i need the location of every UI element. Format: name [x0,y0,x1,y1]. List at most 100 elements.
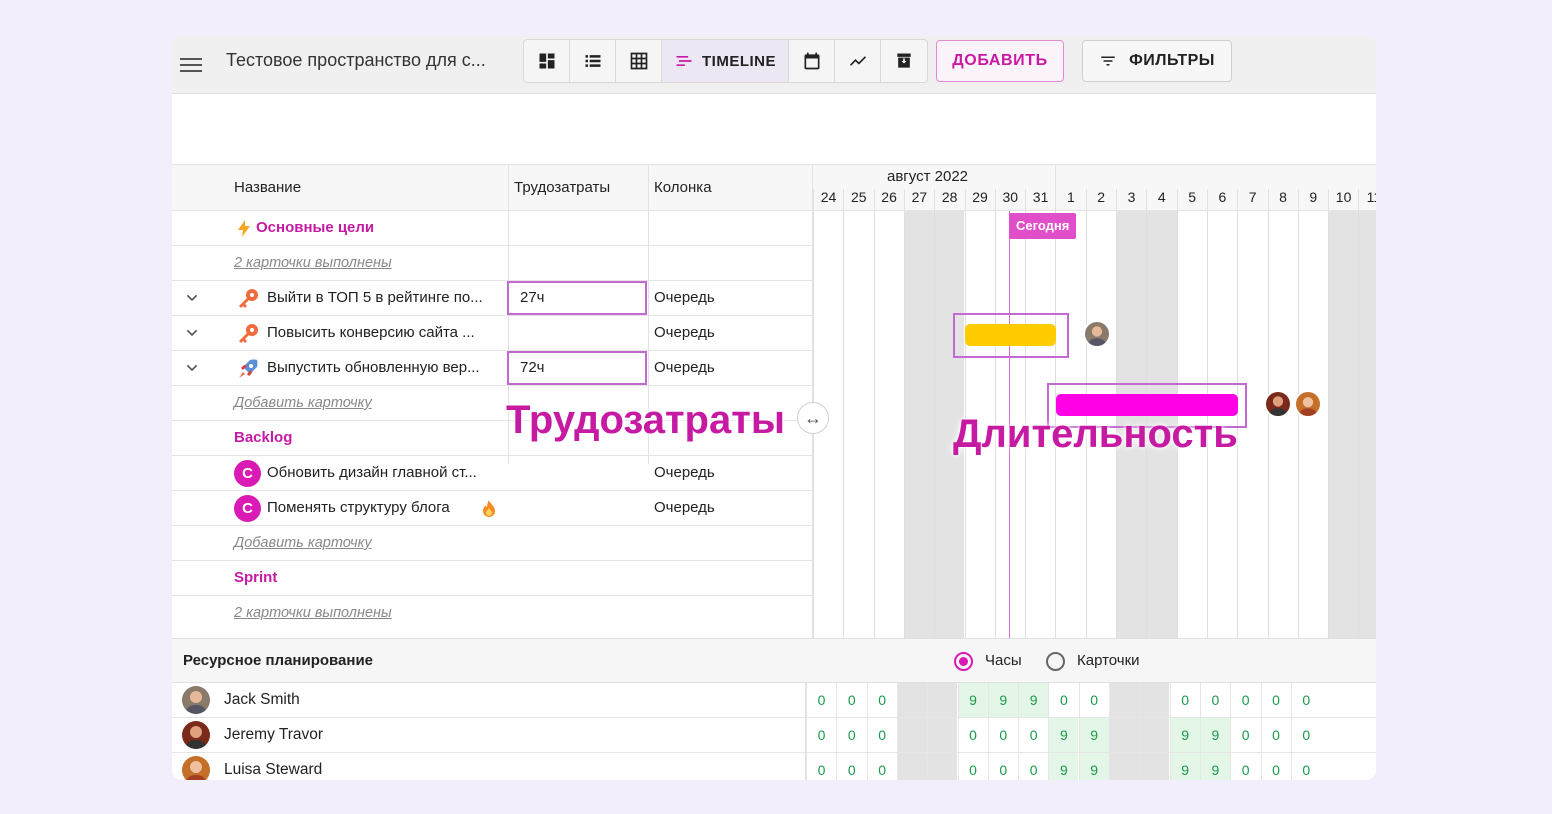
month-divider [1055,165,1056,189]
completed-cards-row[interactable]: 2 карточки выполнены [172,596,812,638]
resource-hours-cell: 0 [836,718,866,752]
hours-radio[interactable] [954,652,973,671]
timeline-day-column [1267,211,1298,638]
timeline-day-label: 9 [1297,189,1328,210]
resource-hours-cell [896,683,927,717]
timeline-day-label: 6 [1206,189,1237,210]
resource-hours-cell: 0 [1290,683,1321,717]
group-row-sprint[interactable]: Sprint [172,561,812,596]
completed-cards-link[interactable]: 2 карточки выполнены [234,596,392,630]
add-card-row[interactable]: Добавить карточку [172,526,812,561]
card-title[interactable]: Повысить конверсию сайта ... [267,316,475,350]
resource-hours-cell: 0 [1048,683,1078,717]
table-view-button[interactable] [616,40,662,82]
cards-radio-label[interactable]: Карточки [1077,639,1140,683]
list-icon [585,55,600,67]
report-view-button[interactable] [835,40,881,82]
resource-hours-cell: 0 [1290,753,1321,780]
card-type-badge: С [234,495,261,522]
timeline-view-label: TIMELINE [702,52,776,70]
resource-hours-cell [927,753,958,780]
resource-hours-cell [1139,753,1170,780]
table-row[interactable]: С Поменять структуру блога Очередь [172,491,812,526]
duration-callout: Длительность [953,412,1238,456]
resource-hours-cell: 0 [806,718,836,752]
card-title[interactable]: Обновить дизайн главной ст... [267,456,477,490]
timeline-day-label: 31 [1025,189,1055,210]
avatar[interactable] [1083,320,1111,348]
add-card-link[interactable]: Добавить карточку [234,526,372,560]
completed-cards-row[interactable]: 2 карточки выполнены [172,246,812,281]
table-row[interactable]: Повысить конверсию сайта ... Очередь [172,316,812,351]
trend-icon [849,56,866,66]
chevron-down-icon[interactable] [184,290,200,306]
group-row-goals[interactable]: Основные цели [172,211,812,246]
card-title[interactable]: Поменять структуру блога [267,491,450,525]
resource-hours-cell [1109,683,1139,717]
timeline-bar-card1[interactable] [965,324,1056,346]
column-cell: Очередь [654,359,715,376]
table-row[interactable]: С Обновить дизайн главной ст... Очередь [172,456,812,491]
resource-hours-cell: 0 [806,683,836,717]
column-header-effort[interactable]: Трудозатраты [514,165,610,211]
resource-row: Luisa Steward 0 0 0 0 0 0 9 9 9 9 0 0 0 [172,753,1376,780]
card-title[interactable]: Выпустить обновленную вер... [267,351,480,385]
avatar[interactable] [1264,390,1292,418]
hours-radio-label[interactable]: Часы [985,639,1022,683]
filters-button[interactable]: ФИЛЬТРЫ [1082,40,1232,82]
resource-hours-cell: 9 [1078,718,1109,752]
resize-handle-icon[interactable]: ↔ [797,402,829,434]
today-badge: Сегодня [1009,213,1077,239]
group-title: Sprint [234,569,278,586]
timeline-day-label: 26 [873,189,904,210]
timeline-day-label: 10 [1328,189,1358,210]
workspace-title[interactable]: Тестовое пространство для с... [226,50,486,71]
lightning-icon [238,220,250,237]
timeline-day-label: 3 [1116,189,1146,210]
resource-planning-title: Ресурсное планирование [183,652,374,669]
list-view-button[interactable] [570,40,616,82]
effort-cell[interactable]: 72ч [507,351,647,385]
avatar[interactable] [1294,390,1322,418]
resource-hours-cell: 0 [1169,683,1200,717]
table-row[interactable]: Выпустить обновленную вер... 72ч Очередь [172,351,812,386]
timeline-view-button[interactable]: TIMELINE [662,40,789,82]
hamburger-menu-icon[interactable] [180,52,206,78]
resource-hours-cell: 9 [1199,718,1230,752]
resource-hours-cell: 0 [1230,718,1260,752]
archive-view-button[interactable] [881,40,927,82]
dashboard-icon [539,53,554,69]
resource-hours-cell: 0 [987,718,1018,752]
add-button[interactable]: ДОБАВИТЬ [936,40,1064,82]
add-card-link[interactable]: Добавить карточку [234,386,372,420]
resource-hours-cell: 0 [866,753,897,780]
person-avatar-icon [182,721,210,749]
effort-cell[interactable]: 27ч [507,281,647,315]
column-cell: Очередь [654,289,715,306]
column-header-column[interactable]: Колонка [654,165,712,211]
timeline-day-label: 25 [843,189,873,210]
completed-cards-link[interactable]: 2 карточки выполнены [234,246,392,280]
timeline-day-label: 28 [934,189,964,210]
card-title[interactable]: Выйти в ТОП 5 в рейтинге по... [267,281,483,315]
resource-hours-cell: 9 [1048,718,1079,752]
resource-hours-cell: 0 [1290,718,1321,752]
timeline-icon [676,56,692,66]
resource-name: Luisa Steward [224,761,323,778]
resource-hours-cell: 0 [1199,683,1230,717]
chevron-down-icon[interactable] [184,360,200,376]
resource-name: Jeremy Travor [224,726,324,743]
timeline-day-column [903,211,935,638]
table-row[interactable]: Выйти в ТОП 5 в рейтинге по... 27ч Очере… [172,281,812,316]
cards-radio[interactable] [1046,652,1065,671]
grid-icon [630,52,647,70]
calendar-view-button[interactable] [789,40,835,82]
timeline-day-column [1358,211,1376,638]
chevron-down-icon[interactable] [184,325,200,341]
fire-icon [483,500,495,517]
resource-hours-cell [1139,683,1170,717]
calendar-icon [804,52,819,70]
resource-hours-cell: 9 [957,683,988,717]
board-view-button[interactable] [524,40,570,82]
column-header-name[interactable]: Название [234,165,301,211]
